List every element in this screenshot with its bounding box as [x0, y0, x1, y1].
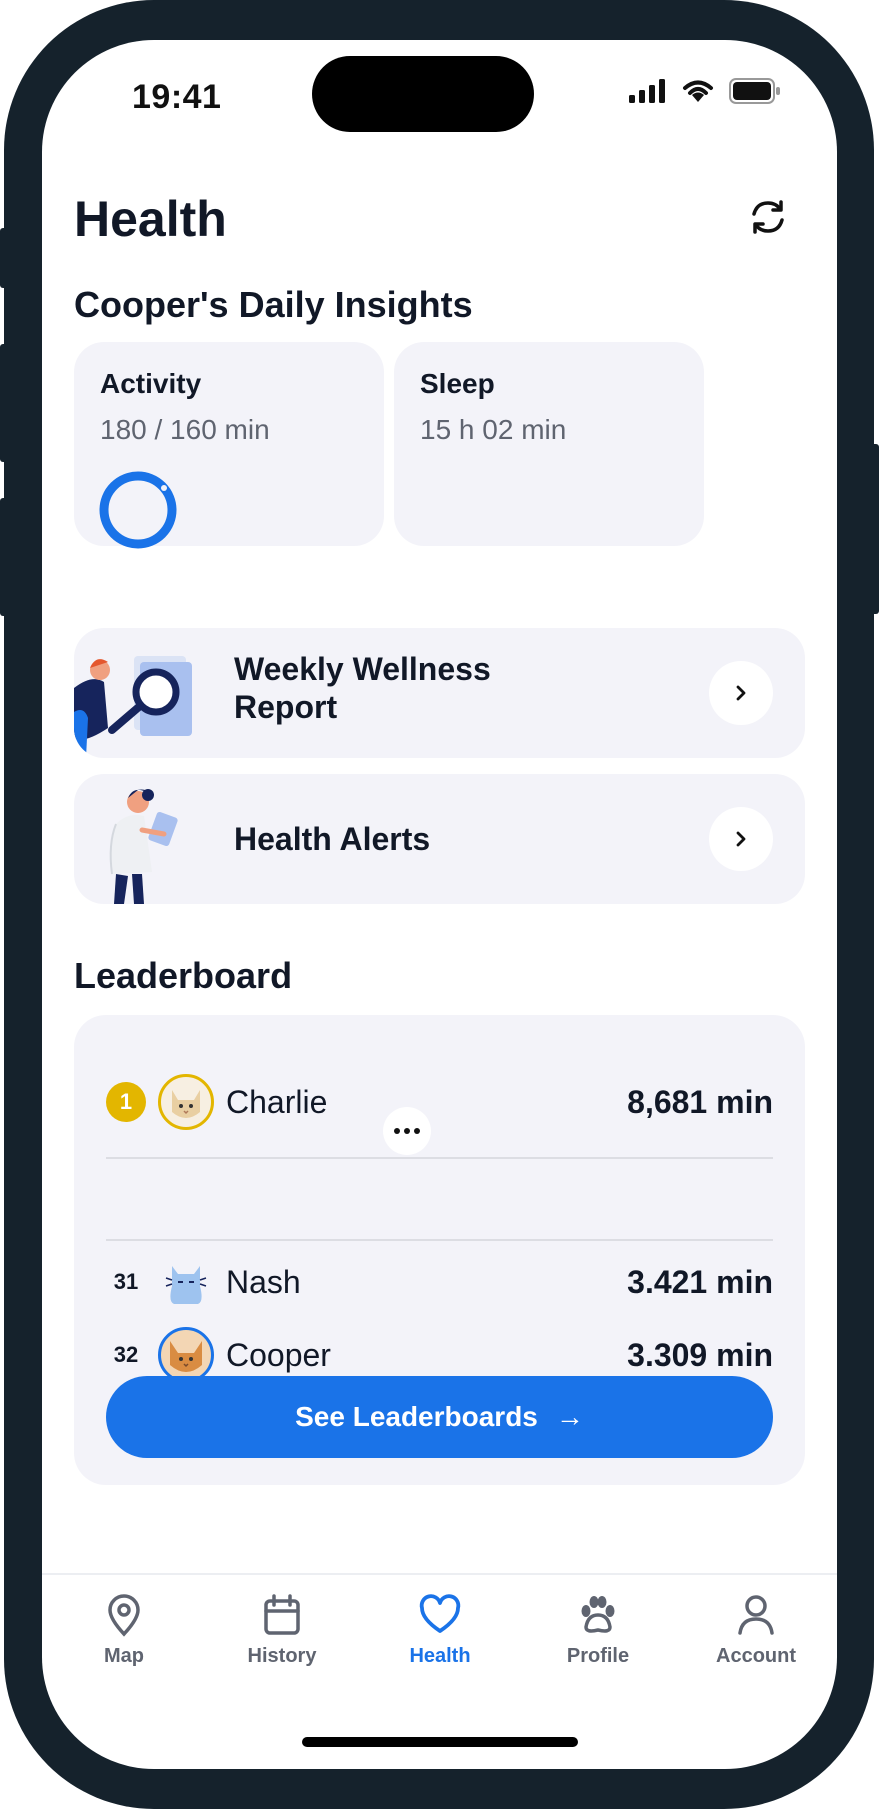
divider: [106, 1157, 773, 1159]
paw-icon: [581, 1596, 615, 1633]
avatar: [158, 1327, 214, 1383]
side-button: [871, 444, 879, 614]
rank-badge: 1: [106, 1082, 146, 1122]
see-leaderboards-button[interactable]: See Leaderboards →: [106, 1376, 773, 1458]
leaderboard-name: Nash: [226, 1263, 301, 1300]
arrow-right-icon: →: [555, 1401, 584, 1432]
tab-label: Map: [104, 1645, 144, 1667]
activity-progress-ring: [99, 471, 177, 549]
leaderboard-row[interactable]: 31 Nash 3.421 min: [106, 1252, 773, 1312]
tab-account[interactable]: Account: [696, 1593, 816, 1668]
signal-icon: [629, 79, 665, 103]
leaderboard-name: Charlie: [226, 1083, 328, 1120]
divider: [106, 1239, 773, 1241]
tab-bar: Map History Health Profile Account: [42, 1573, 837, 1693]
leaderboard-row[interactable]: 1 Charlie 8,681 min: [106, 1072, 773, 1132]
leaderboard-score: 8,681 min: [627, 1083, 773, 1120]
alerts-illustration: [109, 789, 178, 904]
avatar: [158, 1254, 214, 1310]
rank-number: 31: [113, 1269, 139, 1294]
insights-heading: Cooper's Daily Insights: [74, 284, 473, 325]
home-indicator[interactable]: [302, 1737, 578, 1747]
cat-avatar-icon: [170, 1341, 202, 1372]
chevron-right-icon[interactable]: [709, 661, 773, 725]
tab-label: History: [247, 1645, 317, 1667]
sleep-value: 15 h 02 min: [420, 414, 567, 445]
cat-avatar-icon: [172, 1090, 200, 1118]
side-button: [0, 498, 8, 616]
leaderboard-score: 3.421 min: [627, 1263, 773, 1300]
dynamic-island: [312, 56, 534, 132]
sleep-card[interactable]: Sleep 15 h 02 min: [394, 342, 704, 546]
report-illustration: [74, 656, 192, 758]
page-title: Health: [74, 191, 227, 247]
status-time: 19:41: [132, 78, 222, 116]
heart-icon: [419, 1594, 461, 1633]
health-alerts-label: Health Alerts: [234, 821, 431, 857]
tab-label: Profile: [566, 1645, 630, 1667]
calendar-icon: [264, 1594, 300, 1635]
map-pin-icon: [108, 1594, 140, 1637]
cat-silhouette-icon: [165, 1266, 207, 1304]
refresh-icon[interactable]: [741, 190, 795, 244]
tab-health[interactable]: Health: [380, 1593, 500, 1668]
chevron-right-icon[interactable]: [709, 807, 773, 871]
more-icon[interactable]: [383, 1107, 431, 1155]
status-icons: [629, 78, 781, 104]
activity-value: 180 / 160 min: [100, 414, 270, 445]
weekly-report-card[interactable]: Weekly Wellness Report: [74, 628, 805, 758]
tab-map[interactable]: Map: [64, 1593, 184, 1668]
avatar: [158, 1074, 214, 1130]
leaderboard-name: Cooper: [226, 1336, 331, 1373]
user-icon: [738, 1595, 774, 1635]
app-screen: 19:41 Health Cooper's Daily Insights Act…: [42, 40, 837, 1769]
device-frame: 19:41 Health Cooper's Daily Insights Act…: [0, 0, 879, 1809]
side-button: [0, 228, 8, 288]
tab-label: Health: [409, 1645, 471, 1667]
weekly-report-label-line2: Report: [234, 689, 338, 725]
leaderboard-heading: Leaderboard: [74, 955, 293, 996]
wifi-icon: [683, 80, 713, 102]
tab-label: Account: [716, 1645, 796, 1667]
side-button: [0, 344, 8, 462]
health-alerts-card[interactable]: Health Alerts: [74, 774, 805, 904]
activity-card[interactable]: Activity 180 / 160 min: [74, 342, 384, 549]
leaderboard-score: 3.309 min: [627, 1336, 773, 1373]
tab-history[interactable]: History: [222, 1593, 342, 1668]
rank-number: 32: [113, 1342, 139, 1367]
battery-icon: [729, 78, 780, 104]
see-leaderboards-label: See Leaderboards: [295, 1401, 538, 1432]
activity-label: Activity: [100, 368, 202, 399]
tab-profile[interactable]: Profile: [538, 1593, 658, 1668]
sleep-label: Sleep: [420, 368, 495, 399]
weekly-report-label: Weekly Wellness Report: [234, 650, 491, 726]
weekly-report-label-line1: Weekly Wellness: [234, 651, 491, 687]
